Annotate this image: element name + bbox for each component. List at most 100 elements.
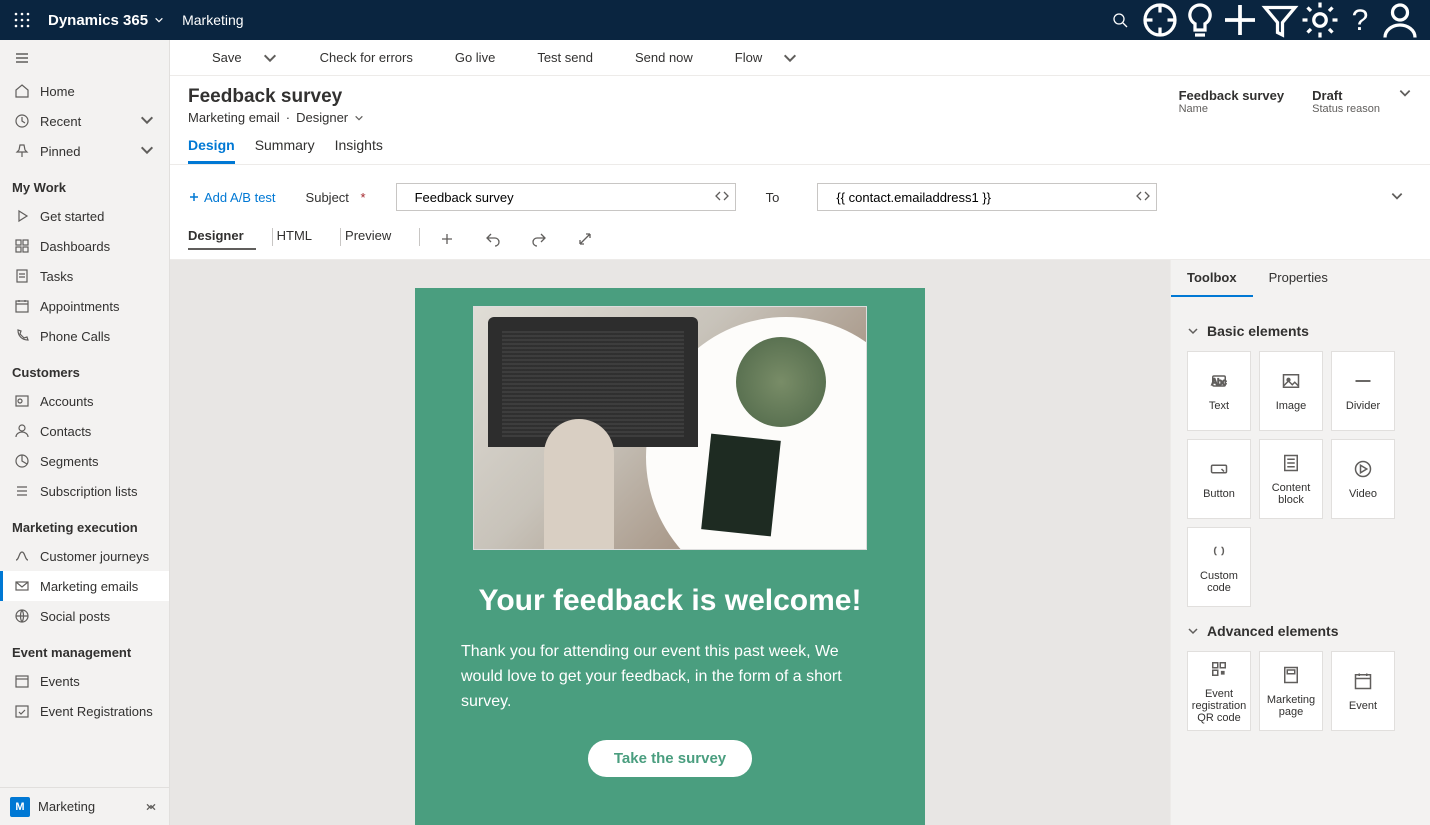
sidebar-section-label: My Work xyxy=(0,166,169,201)
button-icon xyxy=(1209,459,1229,482)
chevron-down-icon[interactable] xyxy=(354,113,364,123)
user-icon[interactable] xyxy=(1380,0,1420,40)
sidebar-item-marketing emails[interactable]: Marketing emails xyxy=(0,571,169,601)
flow-button[interactable]: Flow xyxy=(705,42,770,74)
tile-label: Image xyxy=(1276,400,1307,412)
meta-label: Name xyxy=(1179,103,1285,115)
tile-divider[interactable]: Divider xyxy=(1331,351,1395,431)
tab-insights[interactable]: Insights xyxy=(335,137,383,164)
entity-link[interactable]: Marketing email xyxy=(188,110,280,125)
redo-button[interactable] xyxy=(516,225,562,253)
code-icon[interactable] xyxy=(714,188,730,207)
toolbox-tab-toolbox[interactable]: Toolbox xyxy=(1171,260,1253,297)
tile-label: Video xyxy=(1349,488,1377,500)
sidebar-item-get started[interactable]: Get started xyxy=(0,201,169,231)
sidebar-item-dashboards[interactable]: Dashboards xyxy=(0,231,169,261)
dash-icon xyxy=(14,238,30,254)
tab-design[interactable]: Design xyxy=(188,137,235,164)
section-advanced-elements[interactable]: Advanced elements xyxy=(1187,623,1414,639)
subject-label: Subject xyxy=(306,190,349,205)
view-link[interactable]: Designer xyxy=(296,110,348,125)
cmd-label: Go live xyxy=(455,50,495,65)
to-input[interactable] xyxy=(817,183,1157,211)
sidebar-item-event registrations[interactable]: Event Registrations xyxy=(0,696,169,726)
header-expand[interactable] xyxy=(1398,86,1412,103)
tile-label: Event registration QR code xyxy=(1192,688,1246,724)
add-element[interactable] xyxy=(424,225,470,253)
toolbox-tab-properties[interactable]: Properties xyxy=(1253,260,1344,297)
search-icon[interactable] xyxy=(1100,0,1140,40)
tab-summary[interactable]: Summary xyxy=(255,137,315,164)
sidebar-item-label: Accounts xyxy=(40,394,93,409)
sidebar-item-accounts[interactable]: Accounts xyxy=(0,386,169,416)
form-tabs: Design Summary Insights xyxy=(170,125,1430,165)
email-headline[interactable]: Your feedback is welcome! xyxy=(445,584,895,618)
tile-text[interactable]: Abc Text xyxy=(1187,351,1251,431)
sidebar-item-label: Event Registrations xyxy=(40,704,153,719)
brand-link[interactable]: Dynamics 365 xyxy=(48,12,164,29)
tile-video[interactable]: Video xyxy=(1331,439,1395,519)
plus-icon[interactable] xyxy=(1220,0,1260,40)
subtab-designer[interactable]: Designer xyxy=(188,228,256,250)
email-body[interactable]: Thank you for attending our event this p… xyxy=(461,640,879,714)
email-hero-image[interactable] xyxy=(473,306,867,550)
code-icon[interactable] xyxy=(1135,188,1151,207)
help-icon[interactable]: ? xyxy=(1340,0,1380,40)
sidebar-item-customer journeys[interactable]: Customer journeys xyxy=(0,541,169,571)
sidebar-section-label: Marketing execution xyxy=(0,506,169,541)
tile-event[interactable]: Event xyxy=(1331,651,1395,731)
qr-icon xyxy=(1209,659,1229,682)
golive-button[interactable]: Go live xyxy=(425,42,503,74)
tile-marketing page[interactable]: Marketing page xyxy=(1259,651,1323,731)
email-canvas[interactable]: Your feedback is welcome! Thank you for … xyxy=(415,288,925,825)
area-badge: M xyxy=(10,797,30,817)
testsend-button[interactable]: Test send xyxy=(507,42,601,74)
subtab-preview[interactable]: Preview xyxy=(345,228,403,250)
fullscreen-button[interactable] xyxy=(562,225,608,253)
sidebar-item-events[interactable]: Events xyxy=(0,666,169,696)
sidebar-item-recent[interactable]: Recent xyxy=(0,106,169,136)
tile-event registration qr code[interactable]: Event registration QR code xyxy=(1187,651,1251,731)
flow-dropdown[interactable] xyxy=(774,42,806,74)
tile-label: Marketing page xyxy=(1264,694,1318,718)
sidebar-item-social posts[interactable]: Social posts xyxy=(0,601,169,631)
email-canvas-area[interactable]: Your feedback is welcome! Thank you for … xyxy=(170,259,1170,825)
sidebar-toggle[interactable] xyxy=(0,40,169,76)
subtab-html[interactable]: HTML xyxy=(277,228,324,250)
save-dropdown[interactable] xyxy=(254,42,286,74)
sendnow-button[interactable]: Send now xyxy=(605,42,701,74)
tile-content block[interactable]: Content block xyxy=(1259,439,1323,519)
sidebar-item-home[interactable]: Home xyxy=(0,76,169,106)
image-icon xyxy=(1281,371,1301,394)
check-button[interactable]: Check for errors xyxy=(290,42,421,74)
sidebar-item-label: Phone Calls xyxy=(40,329,110,344)
target-icon[interactable] xyxy=(1140,0,1180,40)
tile-button[interactable]: Button xyxy=(1187,439,1251,519)
tile-label: Button xyxy=(1203,488,1235,500)
gear-icon[interactable] xyxy=(1300,0,1340,40)
subject-input[interactable] xyxy=(396,183,736,211)
sidebar-item-pinned[interactable]: Pinned xyxy=(0,136,169,166)
sidebar-item-label: Recent xyxy=(40,114,81,129)
tile-custom code[interactable]: Custom code xyxy=(1187,527,1251,607)
tile-image[interactable]: Image xyxy=(1259,351,1323,431)
sidebar-item-contacts[interactable]: Contacts xyxy=(0,416,169,446)
sidebar-item-segments[interactable]: Segments xyxy=(0,446,169,476)
sidebar-item-phone calls[interactable]: Phone Calls xyxy=(0,321,169,351)
fields-expand[interactable] xyxy=(1390,189,1404,206)
save-button[interactable]: Save xyxy=(182,42,250,74)
undo-button[interactable] xyxy=(470,225,516,253)
sidebar-item-tasks[interactable]: Tasks xyxy=(0,261,169,291)
sidebar-item-label: Contacts xyxy=(40,424,91,439)
task-icon xyxy=(14,268,30,284)
area-switcher[interactable]: M Marketing xyxy=(0,787,169,825)
email-cta-button[interactable]: Take the survey xyxy=(588,740,752,777)
send-icon xyxy=(613,48,629,67)
sidebar-item-subscription lists[interactable]: Subscription lists xyxy=(0,476,169,506)
app-launcher-icon[interactable] xyxy=(10,8,34,32)
sidebar-item-appointments[interactable]: Appointments xyxy=(0,291,169,321)
filter-icon[interactable] xyxy=(1260,0,1300,40)
lightbulb-icon[interactable] xyxy=(1180,0,1220,40)
section-basic-elements[interactable]: Basic elements xyxy=(1187,323,1414,339)
add-ab-test[interactable]: Add A/B test xyxy=(188,190,276,205)
